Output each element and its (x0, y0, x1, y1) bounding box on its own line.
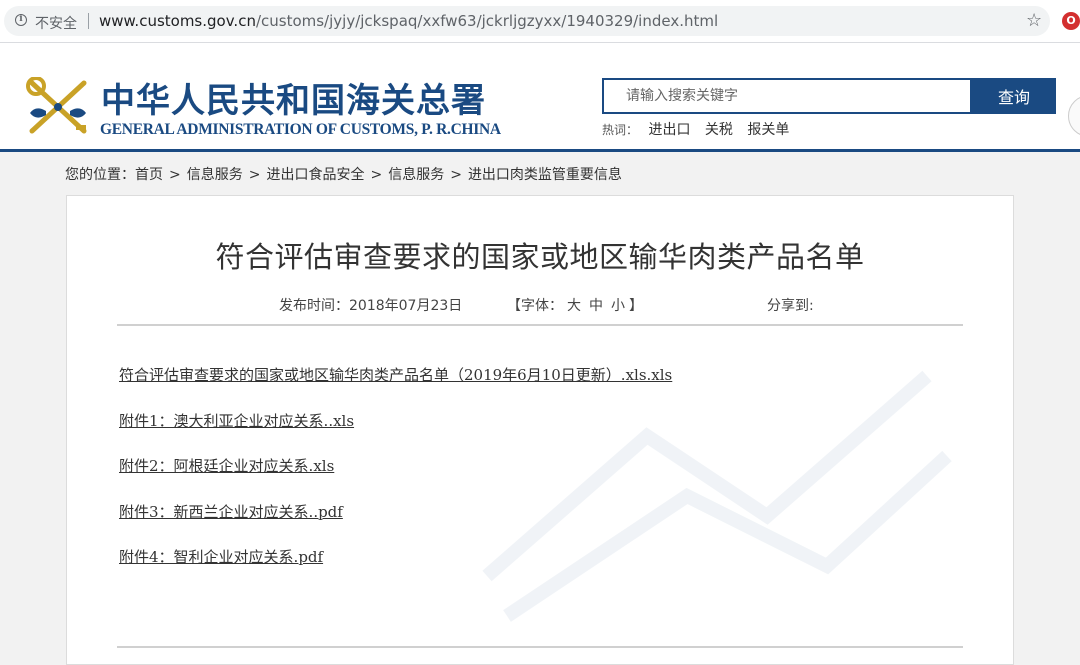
attachment-link-argentina[interactable]: 附件2：阿根廷企业对应关系.xls (119, 457, 672, 475)
site-header: 中华人民共和国海关总署 GENERAL ADMINISTRATION OF CU… (0, 43, 1080, 152)
font-label-close: 】 (629, 298, 643, 314)
browser-toolbar: i 不安全 www.customs.gov.cn/customs/jyjy/jc… (0, 0, 1080, 43)
breadcrumb-item-info-service[interactable]: 信息服务 (187, 167, 243, 183)
publish-date: 发布时间：2018年07月23日 (279, 298, 463, 314)
address-bar[interactable]: i 不安全 www.customs.gov.cn/customs/jyjy/jc… (4, 6, 1050, 36)
breadcrumb-item-meat-info[interactable]: 进出口肉类监管重要信息 (468, 167, 622, 183)
hot-words: 热词： 进出口 关税 报关单 (602, 119, 799, 139)
attachment-link-new-zealand[interactable]: 附件3：新西兰企业对应关系..pdf (119, 503, 672, 521)
font-size-small[interactable]: 小 (611, 298, 625, 314)
side-widget[interactable] (1068, 95, 1080, 137)
divider (117, 646, 963, 648)
share-label[interactable]: 分享到: (767, 295, 814, 315)
breadcrumb-separator: > (370, 167, 383, 183)
breadcrumb-prefix: 您的位置： (65, 167, 135, 183)
attachment-link-chile[interactable]: 附件4：智利企业对应关系.pdf (119, 548, 672, 566)
font-size-large[interactable]: 大 (567, 298, 581, 314)
star-icon[interactable]: ☆ (1026, 10, 1042, 31)
info-icon[interactable]: i (15, 14, 27, 26)
security-label[interactable]: 不安全 (35, 13, 77, 33)
address-separator (88, 13, 89, 29)
breadcrumb-separator: > (248, 167, 261, 183)
attachment-link-main-list[interactable]: 符合评估审查要求的国家或地区输华肉类产品名单（2019年6月10日更新）.xls… (119, 366, 672, 384)
attachment-list: 符合评估审查要求的国家或地区输华肉类产品名单（2019年6月10日更新）.xls… (119, 366, 672, 594)
breadcrumb-item-food-safety[interactable]: 进出口食品安全 (266, 167, 364, 183)
extension-icon[interactable]: O (1062, 12, 1080, 30)
hot-word-link[interactable]: 关税 (705, 122, 733, 138)
customs-emblem-icon[interactable] (24, 77, 92, 137)
font-label-open: 【字体： (507, 298, 563, 314)
breadcrumb-separator: > (169, 167, 181, 183)
site-title[interactable]: 中华人民共和国海关总署 (101, 73, 486, 122)
url-text[interactable]: www.customs.gov.cn/customs/jyjy/jckspaq/… (99, 12, 718, 30)
url-host: www.customs.gov.cn (99, 12, 256, 30)
font-size-medium[interactable]: 中 (589, 298, 603, 314)
hot-word-link[interactable]: 进出口 (648, 122, 690, 138)
hot-words-label: 热词： (602, 123, 639, 137)
breadcrumb-separator: > (450, 167, 462, 183)
breadcrumb-item-home[interactable]: 首页 (135, 167, 163, 183)
attachment-link-australia[interactable]: 附件1：澳大利亚企业对应关系..xls (119, 412, 672, 430)
article-panel: 符合评估审查要求的国家或地区输华肉类产品名单 发布时间：2018年07月23日 … (66, 195, 1014, 665)
url-path: /customs/jyjy/jckspaq/xxfw63/jckrljgzyxx… (255, 12, 719, 30)
breadcrumb: 您的位置：首页 > 信息服务 > 进出口食品安全 > 信息服务 > 进出口肉类监管重要信息 (65, 164, 622, 184)
divider (117, 324, 963, 326)
breadcrumb-item-info-service-2[interactable]: 信息服务 (388, 167, 444, 183)
article-title: 符合评估审查要求的国家或地区输华肉类产品名单 (215, 240, 865, 274)
search-button[interactable]: 查询 (972, 78, 1056, 114)
font-size-selector: 【字体：大中小】 (507, 295, 643, 315)
article-meta: 发布时间：2018年07月23日 【字体：大中小】 分享到: (67, 295, 1013, 315)
search-input[interactable] (602, 78, 972, 114)
site-subtitle-en: GENERAL ADMINISTRATION OF CUSTOMS, P. R.… (100, 121, 501, 138)
hot-word-link[interactable]: 报关单 (747, 122, 789, 138)
